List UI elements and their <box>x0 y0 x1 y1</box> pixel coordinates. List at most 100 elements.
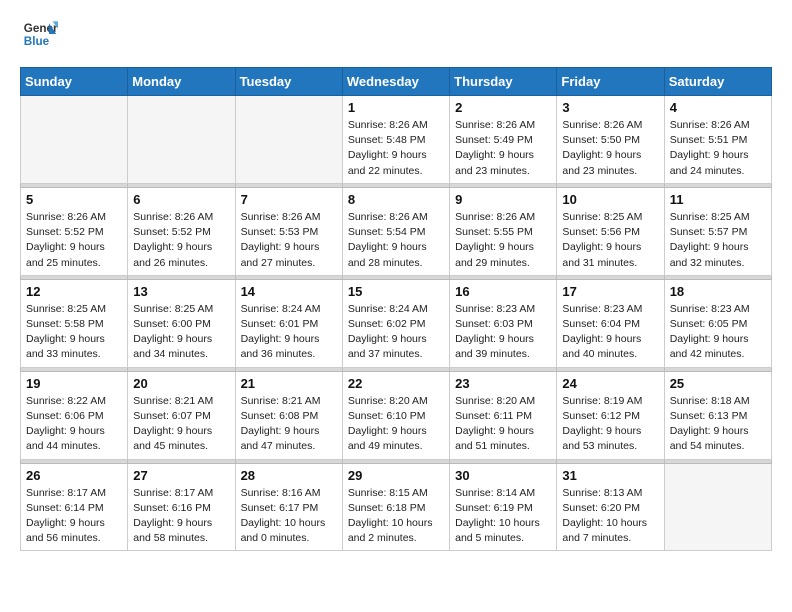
calendar-cell: 3 Sunrise: 8:26 AM Sunset: 5:50 PM Dayli… <box>557 96 664 184</box>
day-number: 4 <box>670 100 766 115</box>
day-info: Sunrise: 8:26 AM Sunset: 5:51 PM Dayligh… <box>670 118 766 179</box>
day-number: 10 <box>562 192 658 207</box>
calendar-cell: 31 Sunrise: 8:13 AM Sunset: 6:20 PM Dayl… <box>557 463 664 551</box>
day-number: 1 <box>348 100 444 115</box>
day-info: Sunrise: 8:23 AM Sunset: 6:03 PM Dayligh… <box>455 302 551 363</box>
day-number: 30 <box>455 468 551 483</box>
calendar-cell: 28 Sunrise: 8:16 AM Sunset: 6:17 PM Dayl… <box>235 463 342 551</box>
day-info: Sunrise: 8:26 AM Sunset: 5:55 PM Dayligh… <box>455 210 551 271</box>
calendar-week-row: 12 Sunrise: 8:25 AM Sunset: 5:58 PM Dayl… <box>21 279 772 367</box>
day-number: 12 <box>26 284 122 299</box>
day-info: Sunrise: 8:23 AM Sunset: 6:04 PM Dayligh… <box>562 302 658 363</box>
calendar-cell: 21 Sunrise: 8:21 AM Sunset: 6:08 PM Dayl… <box>235 371 342 459</box>
calendar-cell: 8 Sunrise: 8:26 AM Sunset: 5:54 PM Dayli… <box>342 187 449 275</box>
calendar-cell: 10 Sunrise: 8:25 AM Sunset: 5:56 PM Dayl… <box>557 187 664 275</box>
calendar-cell: 7 Sunrise: 8:26 AM Sunset: 5:53 PM Dayli… <box>235 187 342 275</box>
day-number: 20 <box>133 376 229 391</box>
day-info: Sunrise: 8:21 AM Sunset: 6:08 PM Dayligh… <box>241 394 337 455</box>
calendar-cell <box>235 96 342 184</box>
day-number: 18 <box>670 284 766 299</box>
day-number: 17 <box>562 284 658 299</box>
day-info: Sunrise: 8:13 AM Sunset: 6:20 PM Dayligh… <box>562 486 658 547</box>
day-info: Sunrise: 8:19 AM Sunset: 6:12 PM Dayligh… <box>562 394 658 455</box>
weekday-header-friday: Friday <box>557 68 664 96</box>
day-info: Sunrise: 8:26 AM Sunset: 5:52 PM Dayligh… <box>133 210 229 271</box>
day-number: 6 <box>133 192 229 207</box>
day-number: 3 <box>562 100 658 115</box>
calendar-cell: 4 Sunrise: 8:26 AM Sunset: 5:51 PM Dayli… <box>664 96 771 184</box>
day-info: Sunrise: 8:16 AM Sunset: 6:17 PM Dayligh… <box>241 486 337 547</box>
calendar-cell: 9 Sunrise: 8:26 AM Sunset: 5:55 PM Dayli… <box>450 187 557 275</box>
day-number: 15 <box>348 284 444 299</box>
day-number: 29 <box>348 468 444 483</box>
day-info: Sunrise: 8:26 AM Sunset: 5:54 PM Dayligh… <box>348 210 444 271</box>
day-info: Sunrise: 8:24 AM Sunset: 6:01 PM Dayligh… <box>241 302 337 363</box>
day-number: 5 <box>26 192 122 207</box>
day-number: 9 <box>455 192 551 207</box>
svg-text:Blue: Blue <box>24 35 50 48</box>
day-number: 31 <box>562 468 658 483</box>
calendar-cell: 23 Sunrise: 8:20 AM Sunset: 6:11 PM Dayl… <box>450 371 557 459</box>
day-info: Sunrise: 8:17 AM Sunset: 6:16 PM Dayligh… <box>133 486 229 547</box>
weekday-header-wednesday: Wednesday <box>342 68 449 96</box>
day-number: 2 <box>455 100 551 115</box>
calendar-cell: 2 Sunrise: 8:26 AM Sunset: 5:49 PM Dayli… <box>450 96 557 184</box>
day-info: Sunrise: 8:17 AM Sunset: 6:14 PM Dayligh… <box>26 486 122 547</box>
day-number: 22 <box>348 376 444 391</box>
calendar-table: SundayMondayTuesdayWednesdayThursdayFrid… <box>20 67 772 551</box>
day-info: Sunrise: 8:25 AM Sunset: 6:00 PM Dayligh… <box>133 302 229 363</box>
calendar-cell: 30 Sunrise: 8:14 AM Sunset: 6:19 PM Dayl… <box>450 463 557 551</box>
day-number: 19 <box>26 376 122 391</box>
day-info: Sunrise: 8:26 AM Sunset: 5:49 PM Dayligh… <box>455 118 551 179</box>
calendar-cell: 19 Sunrise: 8:22 AM Sunset: 6:06 PM Dayl… <box>21 371 128 459</box>
calendar-cell: 18 Sunrise: 8:23 AM Sunset: 6:05 PM Dayl… <box>664 279 771 367</box>
weekday-header-thursday: Thursday <box>450 68 557 96</box>
calendar-cell: 29 Sunrise: 8:15 AM Sunset: 6:18 PM Dayl… <box>342 463 449 551</box>
day-info: Sunrise: 8:26 AM Sunset: 5:53 PM Dayligh… <box>241 210 337 271</box>
calendar-cell: 26 Sunrise: 8:17 AM Sunset: 6:14 PM Dayl… <box>21 463 128 551</box>
calendar-cell: 15 Sunrise: 8:24 AM Sunset: 6:02 PM Dayl… <box>342 279 449 367</box>
day-number: 25 <box>670 376 766 391</box>
calendar-cell: 22 Sunrise: 8:20 AM Sunset: 6:10 PM Dayl… <box>342 371 449 459</box>
header: General Blue <box>20 16 772 57</box>
day-info: Sunrise: 8:25 AM Sunset: 5:57 PM Dayligh… <box>670 210 766 271</box>
calendar-cell: 20 Sunrise: 8:21 AM Sunset: 6:07 PM Dayl… <box>128 371 235 459</box>
day-number: 24 <box>562 376 658 391</box>
day-info: Sunrise: 8:18 AM Sunset: 6:13 PM Dayligh… <box>670 394 766 455</box>
weekday-header-monday: Monday <box>128 68 235 96</box>
calendar-week-row: 26 Sunrise: 8:17 AM Sunset: 6:14 PM Dayl… <box>21 463 772 551</box>
calendar-cell: 13 Sunrise: 8:25 AM Sunset: 6:00 PM Dayl… <box>128 279 235 367</box>
calendar-cell <box>128 96 235 184</box>
day-number: 23 <box>455 376 551 391</box>
day-info: Sunrise: 8:21 AM Sunset: 6:07 PM Dayligh… <box>133 394 229 455</box>
day-info: Sunrise: 8:25 AM Sunset: 5:58 PM Dayligh… <box>26 302 122 363</box>
day-number: 28 <box>241 468 337 483</box>
day-info: Sunrise: 8:24 AM Sunset: 6:02 PM Dayligh… <box>348 302 444 363</box>
calendar-cell: 27 Sunrise: 8:17 AM Sunset: 6:16 PM Dayl… <box>128 463 235 551</box>
calendar-week-row: 19 Sunrise: 8:22 AM Sunset: 6:06 PM Dayl… <box>21 371 772 459</box>
calendar-cell: 17 Sunrise: 8:23 AM Sunset: 6:04 PM Dayl… <box>557 279 664 367</box>
calendar-page: General Blue SundayMondayTuesdayWednesda… <box>0 0 792 567</box>
logo-icon: General Blue <box>22 16 58 52</box>
day-info: Sunrise: 8:22 AM Sunset: 6:06 PM Dayligh… <box>26 394 122 455</box>
day-number: 11 <box>670 192 766 207</box>
day-number: 26 <box>26 468 122 483</box>
day-info: Sunrise: 8:20 AM Sunset: 6:10 PM Dayligh… <box>348 394 444 455</box>
calendar-cell: 14 Sunrise: 8:24 AM Sunset: 6:01 PM Dayl… <box>235 279 342 367</box>
weekday-header-sunday: Sunday <box>21 68 128 96</box>
day-number: 13 <box>133 284 229 299</box>
calendar-cell: 16 Sunrise: 8:23 AM Sunset: 6:03 PM Dayl… <box>450 279 557 367</box>
calendar-cell: 6 Sunrise: 8:26 AM Sunset: 5:52 PM Dayli… <box>128 187 235 275</box>
day-info: Sunrise: 8:14 AM Sunset: 6:19 PM Dayligh… <box>455 486 551 547</box>
day-info: Sunrise: 8:26 AM Sunset: 5:52 PM Dayligh… <box>26 210 122 271</box>
day-info: Sunrise: 8:20 AM Sunset: 6:11 PM Dayligh… <box>455 394 551 455</box>
calendar-cell <box>21 96 128 184</box>
weekday-header-row: SundayMondayTuesdayWednesdayThursdayFrid… <box>21 68 772 96</box>
day-info: Sunrise: 8:26 AM Sunset: 5:48 PM Dayligh… <box>348 118 444 179</box>
weekday-header-tuesday: Tuesday <box>235 68 342 96</box>
calendar-cell: 12 Sunrise: 8:25 AM Sunset: 5:58 PM Dayl… <box>21 279 128 367</box>
day-number: 8 <box>348 192 444 207</box>
calendar-cell: 5 Sunrise: 8:26 AM Sunset: 5:52 PM Dayli… <box>21 187 128 275</box>
day-info: Sunrise: 8:15 AM Sunset: 6:18 PM Dayligh… <box>348 486 444 547</box>
logo: General Blue <box>20 16 54 57</box>
